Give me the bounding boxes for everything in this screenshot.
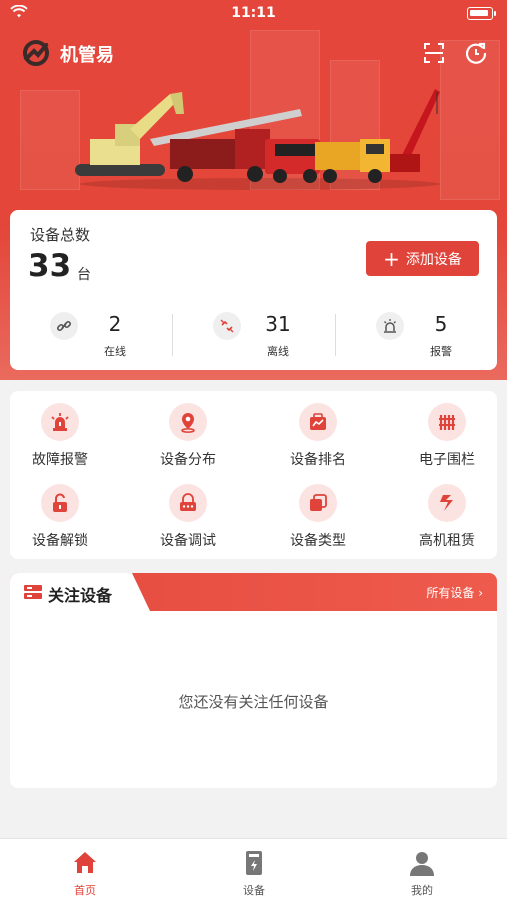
stat-online-value: 2	[108, 312, 122, 336]
scan-icon[interactable]	[423, 42, 445, 64]
section-title: 关注设备	[48, 586, 113, 605]
machinery-illustration	[75, 89, 440, 190]
status-bar: 11:11	[0, 0, 507, 28]
stat-online[interactable]: 2 在线	[10, 310, 165, 362]
func-label: 高机租赁	[419, 533, 475, 549]
location-pin-icon	[169, 403, 207, 441]
func-label: 设备类型	[290, 533, 346, 549]
section-tab: 关注设备	[10, 573, 150, 611]
func-fault-alarm[interactable]: 故障报警	[10, 391, 110, 468]
stat-offline-value: 31	[265, 312, 291, 336]
nav-label: 设备	[243, 884, 265, 897]
func-device-distribution[interactable]: 设备分布	[138, 391, 238, 468]
stat-alarm[interactable]: 5 报警	[336, 310, 491, 362]
nav-home[interactable]: 首页	[25, 839, 145, 900]
func-device-ranking[interactable]: 设备排名	[268, 391, 368, 468]
ranking-icon	[299, 403, 337, 441]
unlock-icon	[41, 484, 79, 522]
func-label: 故障报警	[32, 452, 88, 468]
add-device-label: 添加设备	[405, 251, 462, 268]
func-label: 设备分布	[160, 452, 216, 468]
total-label: 设备总数	[30, 226, 91, 244]
device-type-icon	[299, 484, 337, 522]
stat-online-label: 在线	[104, 345, 126, 358]
stat-offline-label: 离线	[267, 345, 289, 358]
nav-profile[interactable]: 我的	[362, 839, 482, 900]
list-icon	[24, 585, 42, 599]
all-devices-link[interactable]: 所有设备 ›	[426, 584, 483, 601]
broken-link-icon	[213, 312, 241, 340]
bottom-nav: 首页 设备 我的	[0, 838, 507, 900]
nav-label: 我的	[411, 884, 433, 897]
app-title: 机管易	[60, 45, 114, 66]
stat-alarm-label: 报警	[430, 345, 452, 358]
func-geo-fence[interactable]: 电子围栏	[397, 391, 497, 468]
function-grid: 故障报警 设备分布 设备排名 电子围栏 设备解锁 设备调试 设备类型 高机租赁	[10, 391, 497, 559]
alarm-siren-icon	[41, 403, 79, 441]
plus-icon: +	[383, 246, 400, 271]
func-label: 设备调试	[160, 533, 216, 549]
app-logo-icon	[23, 40, 49, 66]
func-label: 设备排名	[290, 452, 346, 468]
func-label: 设备解锁	[32, 533, 88, 549]
status-time: 11:11	[231, 5, 276, 21]
debug-icon	[169, 484, 207, 522]
func-machine-rental[interactable]: 高机租赁	[397, 472, 497, 549]
func-device-unlock[interactable]: 设备解锁	[10, 472, 110, 549]
app-bar: 机管易	[0, 36, 507, 70]
device-icon	[246, 851, 262, 875]
nav-device[interactable]: 设备	[194, 839, 314, 900]
rental-icon	[428, 484, 466, 522]
total-count: 33	[28, 248, 72, 284]
alarm-light-icon	[376, 312, 404, 340]
section-header: 关注设备 所有设备 ›	[10, 573, 497, 611]
user-icon	[410, 852, 434, 876]
nav-label: 首页	[74, 884, 96, 897]
func-device-debug[interactable]: 设备调试	[138, 472, 238, 549]
add-device-button[interactable]: + 添加设备	[366, 241, 479, 276]
stat-alarm-value: 5	[434, 312, 448, 336]
link-icon	[50, 312, 78, 340]
total-unit: 台	[77, 267, 91, 283]
refresh-icon[interactable]	[464, 41, 488, 65]
battery-icon	[467, 7, 496, 20]
func-label: 电子围栏	[419, 452, 475, 468]
fence-icon	[428, 403, 466, 441]
home-icon	[74, 852, 96, 873]
empty-state-text: 您还没有关注任何设备	[178, 693, 329, 711]
followed-devices-section: 关注设备 所有设备 › 您还没有关注任何设备	[10, 573, 497, 788]
stat-offline[interactable]: 31 离线	[173, 310, 328, 362]
func-device-type[interactable]: 设备类型	[268, 472, 368, 549]
device-summary-card: 设备总数 33 台 + 添加设备 2 在线 31 离线 5 报警	[10, 210, 497, 370]
